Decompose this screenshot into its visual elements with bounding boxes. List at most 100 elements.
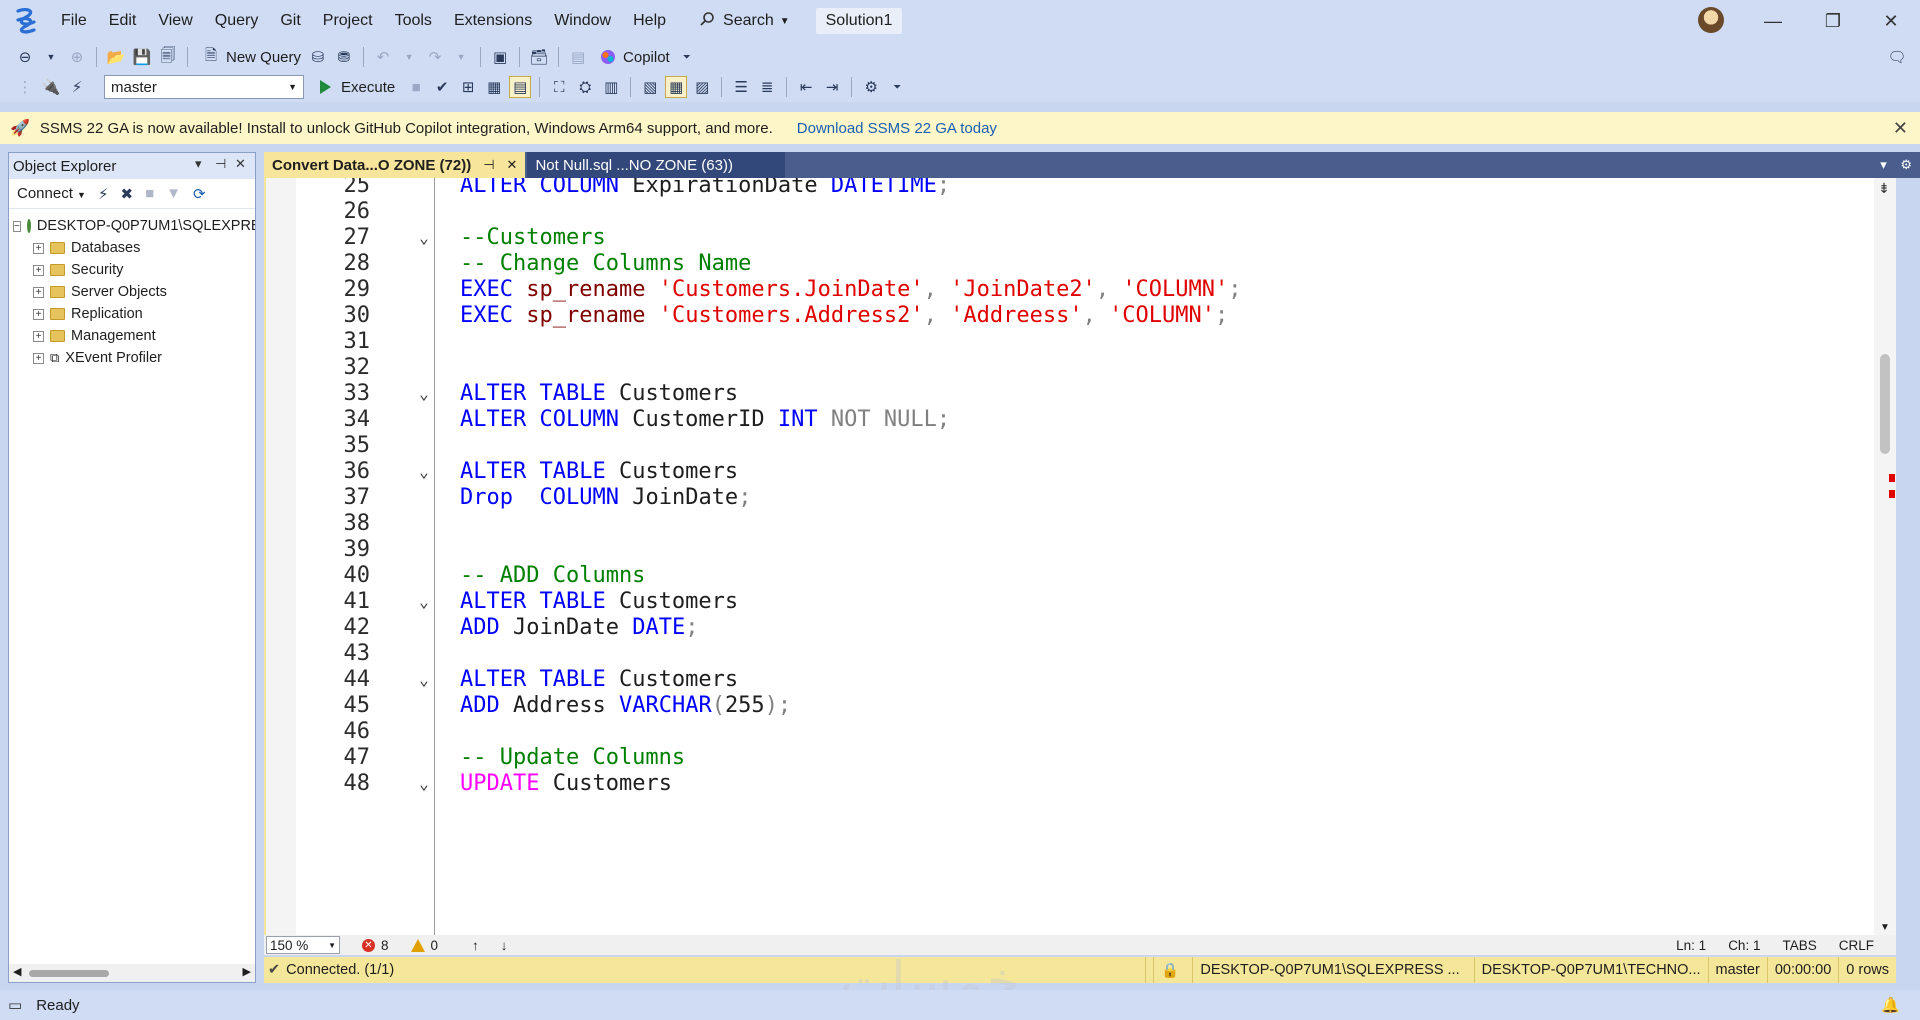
display-plan-icon[interactable]: ⊞: [457, 76, 479, 98]
menu-help[interactable]: Help: [622, 0, 677, 42]
scroll-left-icon[interactable]: ◀: [13, 965, 21, 978]
scroll-down-icon[interactable]: ▼: [1880, 922, 1890, 933]
tab-convert-data[interactable]: Convert Data...O ZONE (72)) ⊣ ✕: [264, 152, 526, 178]
indent-mode[interactable]: TABS: [1782, 938, 1816, 953]
user-avatar[interactable]: [1698, 7, 1724, 33]
expand-icon[interactable]: +: [33, 308, 44, 320]
menu-view[interactable]: View: [147, 0, 203, 42]
disconnect-icon[interactable]: ✖: [121, 185, 134, 203]
forward-icon[interactable]: ⊕: [66, 46, 88, 68]
tree-node-security[interactable]: + Security: [9, 259, 255, 281]
copilot-button[interactable]: Copilot: [595, 46, 670, 68]
intellisense-toggle-icon[interactable]: ▤: [509, 76, 532, 98]
overflow-chevron-icon[interactable]: ⏷: [676, 46, 698, 68]
collapse-icon[interactable]: −: [13, 220, 21, 232]
menu-extensions[interactable]: Extensions: [443, 0, 543, 42]
horizontal-scrollbar[interactable]: ◀ ▶: [9, 964, 255, 982]
expand-icon[interactable]: +: [33, 352, 44, 364]
notification-bell-icon[interactable]: 🔔: [1881, 996, 1900, 1014]
parse-check-icon[interactable]: ✔: [431, 76, 453, 98]
client-stats-icon[interactable]: ▥: [600, 76, 622, 98]
template-icon[interactable]: ▤: [567, 46, 589, 68]
tree-node-xevent-profiler[interactable]: + ⧉ XEvent Profiler: [9, 347, 255, 369]
increase-indent-icon[interactable]: ⇥: [821, 76, 843, 98]
results-to-grid-icon[interactable]: ▦: [665, 76, 688, 98]
expand-icon[interactable]: +: [33, 330, 44, 342]
connect-button[interactable]: Connect ▼: [17, 185, 86, 202]
tab-not-null[interactable]: Not Null.sql ...NO ZONE (63)): [527, 152, 786, 178]
analysis-query-icon[interactable]: ⛃: [333, 46, 355, 68]
close-icon[interactable]: ✕: [235, 156, 246, 172]
connect-plug-icon[interactable]: ⚡: [98, 185, 109, 203]
close-window-button[interactable]: ✕: [1862, 0, 1920, 42]
zoom-select[interactable]: 150 % ▼: [266, 936, 340, 954]
sql-editor[interactable]: 25 ALTER COLUMN ExpirationDate DATETIME; 2…: [264, 178, 1896, 935]
back-icon[interactable]: ⊖: [14, 46, 36, 68]
scrollbar-thumb[interactable]: [29, 970, 109, 977]
scrollbar-thumb[interactable]: [1880, 354, 1890, 454]
specify-values-icon[interactable]: ⚙: [860, 76, 882, 98]
code-line[interactable]: 48 ⌄ UPDATE Customers: [266, 768, 1866, 800]
database-select[interactable]: master ▼: [104, 75, 304, 99]
open-folder-icon[interactable]: 📂: [105, 46, 127, 68]
menu-query[interactable]: Query: [204, 0, 270, 42]
uncomment-lines-icon[interactable]: ≣: [756, 76, 778, 98]
menu-tools[interactable]: Tools: [384, 0, 443, 42]
line-ending[interactable]: CRLF: [1839, 938, 1874, 953]
results-to-file-icon[interactable]: ▨: [691, 76, 713, 98]
save-all-icon[interactable]: 🗐: [157, 46, 179, 68]
search-button[interactable]: Search ▼: [691, 11, 798, 32]
registered-servers-icon[interactable]: 🗃: [528, 46, 550, 68]
execute-button[interactable]: Execute: [320, 79, 395, 96]
menu-window[interactable]: Window: [543, 0, 622, 42]
dropdown-icon[interactable]: ▼: [398, 46, 420, 68]
change-connection-icon[interactable]: ⚡: [66, 76, 88, 98]
stop-icon[interactable]: ■: [145, 185, 154, 202]
undo-icon[interactable]: ↶: [372, 46, 394, 68]
results-to-text-icon[interactable]: ▧: [639, 76, 661, 98]
connect-icon[interactable]: 🔌: [40, 76, 62, 98]
feedback-icon[interactable]: 🗨: [1886, 46, 1908, 68]
dropdown-icon[interactable]: ▼: [40, 46, 62, 68]
pin-icon[interactable]: ⊣: [215, 156, 226, 172]
scroll-right-icon[interactable]: ▶: [243, 965, 251, 978]
overflow-chevron-icon[interactable]: ⏷: [886, 76, 908, 98]
include-plan-icon[interactable]: ⛶: [548, 76, 570, 98]
expand-icon[interactable]: +: [33, 286, 44, 298]
tab-list-icon[interactable]: ▾: [1880, 157, 1887, 172]
live-stats-icon[interactable]: ⛭: [574, 76, 596, 98]
settings-gear-icon[interactable]: ⚙: [1900, 157, 1912, 172]
tree-node-management[interactable]: + Management: [9, 325, 255, 347]
dropdown-icon[interactable]: ▼: [450, 46, 472, 68]
close-icon[interactable]: ✕: [1893, 118, 1908, 139]
split-window-icon[interactable]: ⇟: [1874, 180, 1894, 200]
database-query-icon[interactable]: ⛁: [307, 46, 329, 68]
output-window-icon[interactable]: ▭: [8, 996, 22, 1014]
stop-icon[interactable]: ■: [405, 76, 427, 98]
activity-monitor-icon[interactable]: ▣: [489, 46, 511, 68]
save-icon[interactable]: 💾: [131, 46, 153, 68]
query-options-icon[interactable]: ▦: [483, 76, 505, 98]
restore-button[interactable]: ❐: [1804, 0, 1862, 42]
tree-node-server[interactable]: − DESKTOP-Q0P7UM1\SQLEXPRESS: [9, 215, 255, 237]
pin-tab-icon[interactable]: ⊣: [483, 157, 494, 173]
error-count[interactable]: ✕ 8: [362, 938, 389, 953]
minimize-button[interactable]: —: [1744, 0, 1802, 42]
download-link[interactable]: Download SSMS 22 GA today: [797, 120, 997, 137]
menu-project[interactable]: Project: [312, 0, 384, 42]
expand-icon[interactable]: +: [33, 242, 44, 254]
refresh-icon[interactable]: ⟳: [193, 185, 206, 203]
menu-file[interactable]: File: [50, 0, 98, 42]
expand-icon[interactable]: +: [33, 264, 44, 276]
previous-issue-icon[interactable]: ↑: [472, 938, 479, 953]
comment-lines-icon[interactable]: ☰: [730, 76, 752, 98]
menu-git[interactable]: Git: [269, 0, 311, 42]
vertical-scrollbar[interactable]: ⇟ ▼: [1874, 178, 1896, 935]
redo-icon[interactable]: ↷: [424, 46, 446, 68]
tree-node-server-objects[interactable]: + Server Objects: [9, 281, 255, 303]
panel-menu-icon[interactable]: ▾: [195, 156, 202, 172]
close-icon[interactable]: ✕: [507, 157, 518, 173]
fold-chevron-icon[interactable]: ⌄: [416, 768, 432, 800]
warning-count[interactable]: 0: [410, 938, 438, 953]
filter-icon[interactable]: ▼: [166, 185, 181, 202]
